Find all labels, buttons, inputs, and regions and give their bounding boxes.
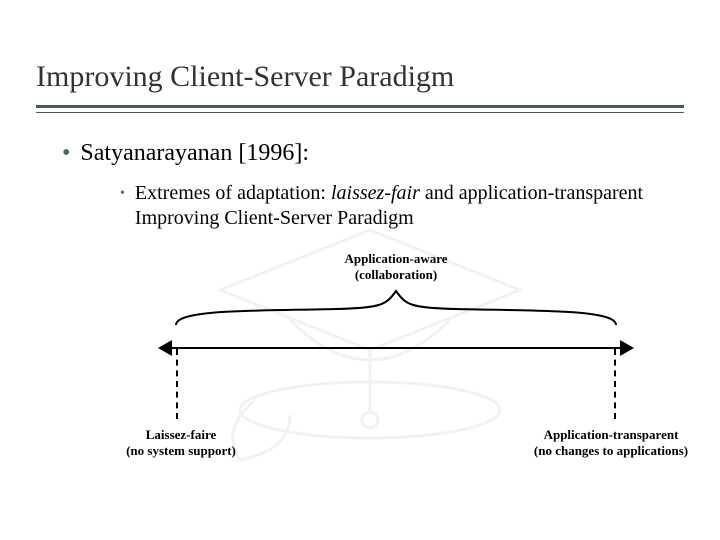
bullet-icon: •	[120, 187, 125, 201]
diagram-top-label: Application-aware (collaboration)	[344, 251, 447, 282]
bullet2-prefix: Extremes of adaptation:	[135, 182, 331, 204]
bullet2-italic: laissez-fair	[331, 182, 420, 204]
curly-brace-icon	[156, 287, 636, 327]
diagram-right-label: Application-transparent (no changes to a…	[516, 427, 706, 458]
bullet-level-1-text: Satyanarayanan [1996]:	[80, 139, 309, 168]
diagram-left-label: Laissez-faire (no system support)	[106, 427, 256, 458]
right-label-line2: (no changes to applications)	[534, 443, 688, 458]
slide-title: Improving Client-Server Paradigm	[36, 60, 684, 95]
dashed-connector-right	[614, 349, 616, 419]
bullet-icon: •	[62, 141, 70, 165]
right-label-line1: Application-transparent	[544, 427, 679, 442]
bullet-level-1: • Satyanarayanan [1996]:	[62, 139, 684, 168]
slide-body: Improving Client-Server Paradigm • Satya…	[0, 0, 720, 540]
title-underline	[36, 105, 684, 113]
dashed-connector-left	[176, 349, 178, 419]
bullet-level-2: • Extremes of adaptation: laissez-fair a…	[120, 181, 684, 231]
top-label-line2: (collaboration)	[355, 267, 437, 282]
left-label-line2: (no system support)	[126, 443, 236, 458]
left-label-line1: Laissez-faire	[146, 427, 217, 442]
arrowhead-left-icon	[158, 340, 172, 356]
bullet-level-2-text: Extremes of adaptation: laissez-fair and…	[135, 181, 684, 231]
top-label-line1: Application-aware	[344, 251, 447, 266]
arrowhead-right-icon	[620, 340, 634, 356]
adaptation-spectrum-diagram: Application-aware (collaboration) Laisse…	[156, 251, 636, 481]
spectrum-line	[172, 347, 620, 349]
